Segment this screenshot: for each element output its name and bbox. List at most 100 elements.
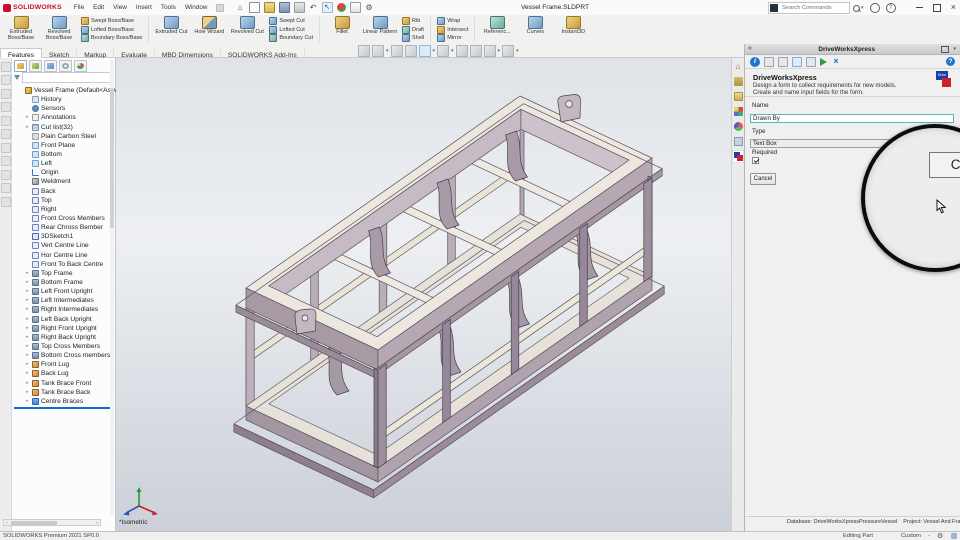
wrap-button[interactable]: Wrap — [437, 16, 468, 25]
pin-menu-icon[interactable] — [215, 3, 224, 12]
search-caret-icon[interactable]: ▾ — [861, 5, 864, 11]
menu-insert[interactable]: Insert — [132, 1, 156, 15]
instant3d-button[interactable]: Instant3D — [554, 15, 592, 44]
tree-item[interactable]: 3DSketch1 — [12, 232, 116, 241]
search-input[interactable] — [780, 4, 848, 12]
captured-models-button[interactable] — [778, 56, 788, 67]
tree-item[interactable]: Front Cross Members — [12, 214, 116, 223]
rules-button[interactable] — [806, 56, 816, 67]
dropdown-caret-icon[interactable]: ▾ — [516, 48, 519, 54]
tree-item[interactable]: Bottom — [12, 150, 116, 159]
lofted-cut-button[interactable]: Lofted Cut — [269, 25, 313, 34]
scroll-left-icon[interactable]: ‹ — [4, 520, 10, 526]
extruded-cut-button[interactable]: Extruded Cut — [152, 15, 190, 44]
toolbar-icon[interactable] — [0, 75, 11, 85]
toolbar-icon[interactable] — [0, 156, 11, 166]
boundary-cut-button[interactable]: Boundary Cut — [269, 34, 313, 43]
menu-window[interactable]: Window — [181, 1, 212, 15]
configurationmanager-tab[interactable] — [44, 60, 57, 72]
status-gear-icon[interactable]: ⚙ — [937, 532, 943, 540]
zoom-to-fit-icon[interactable] — [358, 45, 370, 57]
toolbar-icon[interactable] — [0, 129, 11, 139]
tree-item[interactable]: Front To Back Centre — [12, 260, 116, 269]
custom-properties-tab[interactable] — [732, 135, 744, 148]
menu-view[interactable]: View — [109, 1, 131, 15]
design-library-tab[interactable] — [732, 75, 744, 88]
tree-item[interactable]: ▸ Right Intermediates — [12, 305, 116, 314]
tree-item[interactable]: ▸ Right Back Upright — [12, 333, 116, 342]
toolbar-icon[interactable] — [0, 183, 11, 193]
units-selector[interactable]: Custom — [901, 533, 921, 539]
shell-button[interactable]: Shell — [402, 34, 424, 43]
pin-panel-icon[interactable]: ▾ — [953, 46, 956, 52]
tree-item[interactable]: ▸ Right Front Upright — [12, 324, 116, 333]
viewport[interactable]: *Isometric — [116, 58, 731, 531]
tree-vertical-scrollbar[interactable] — [110, 60, 114, 515]
tree-item[interactable]: ▸ Left Front Upright — [12, 287, 116, 296]
filter-icon[interactable] — [14, 75, 20, 80]
draft-button[interactable]: Draft — [402, 25, 424, 34]
tree-item[interactable]: Front Plane — [12, 141, 116, 150]
extruded-boss-base-button[interactable]: Extruded Boss/Base — [2, 15, 40, 44]
run-button[interactable] — [820, 57, 827, 66]
tree-item[interactable]: ▸ Top Cross Members — [12, 342, 116, 351]
status-tag-icon[interactable] — [951, 533, 957, 539]
toolbar-icon[interactable] — [0, 88, 11, 99]
open-icon[interactable] — [263, 2, 275, 13]
driveworksxpress-tab[interactable] — [732, 150, 744, 163]
options-icon[interactable]: ⚙ — [365, 3, 374, 12]
float-panel-icon[interactable] — [941, 45, 950, 53]
view-settings-icon[interactable] — [502, 45, 515, 57]
revolved-cut-button[interactable]: Revolved Cut — [228, 15, 266, 44]
tree-item[interactable]: ▸ Back Lug — [12, 369, 116, 378]
save-icon[interactable] — [278, 2, 290, 13]
restore-button[interactable] — [932, 3, 941, 12]
info-button[interactable]: i — [750, 56, 760, 67]
home-tab[interactable]: ⌂ — [732, 60, 744, 73]
appearances-tab[interactable] — [732, 120, 744, 133]
dropdown-caret-icon[interactable]: ▾ — [433, 48, 436, 54]
view-palette-tab[interactable] — [732, 105, 744, 118]
tree-item[interactable]: Right — [12, 205, 116, 214]
toolbar-icon[interactable] — [0, 115, 11, 126]
menu-tools[interactable]: Tools — [157, 1, 180, 15]
dropdown-caret-icon[interactable]: ▾ — [498, 48, 501, 54]
cancel-button[interactable]: Cancel — [750, 173, 776, 185]
propertymanager-tab[interactable] — [29, 60, 42, 72]
tree-item[interactable]: Vessel Frame (Default<As Machined — [12, 86, 116, 95]
create-button[interactable]: Create — [929, 152, 960, 178]
view-orientation-icon[interactable] — [418, 45, 431, 57]
tree-item[interactable]: Sensors — [12, 104, 116, 113]
tree-item[interactable]: ▸ Centre Braces — [12, 397, 116, 406]
fillet-button[interactable]: Fillet — [323, 15, 361, 44]
help-icon[interactable]: ? — [885, 3, 896, 13]
tree-item[interactable]: ▸ Left Intermediates — [12, 296, 116, 305]
search-scope-icon[interactable] — [770, 4, 778, 12]
print-icon[interactable] — [293, 2, 305, 13]
undo-icon[interactable]: ↶ — [309, 3, 318, 12]
search-box[interactable] — [768, 2, 850, 14]
swept-cut-button[interactable]: Swept Cut — [269, 16, 313, 25]
swept-boss-base-button[interactable]: Swept Boss/Base — [81, 16, 142, 25]
toolbar-icon[interactable] — [0, 102, 11, 112]
menu-edit[interactable]: Edit — [89, 1, 108, 15]
search-icon[interactable] — [853, 4, 860, 12]
toolbar-icon[interactable] — [0, 196, 11, 207]
tree-item[interactable]: ▸ Tank Brace Back — [12, 388, 116, 397]
zoom-to-area-icon[interactable] — [372, 45, 384, 57]
close-button[interactable]: × — [951, 0, 956, 15]
dropdown-caret-icon[interactable]: ▾ — [386, 48, 389, 54]
displaymanager-tab[interactable] — [74, 60, 87, 72]
new-document-icon[interactable] — [248, 2, 260, 13]
mirror-button[interactable]: Mirror — [437, 34, 468, 43]
toolbar-icon[interactable] — [0, 169, 11, 180]
previous-view-icon[interactable] — [390, 45, 403, 57]
intersect-button[interactable]: Intersect — [437, 25, 468, 34]
close-button[interactable]: × — [831, 56, 841, 67]
lofted-boss-base-button[interactable]: Lofted Boss/Base — [81, 25, 142, 34]
section-view-icon[interactable] — [404, 45, 417, 57]
form-design-button[interactable] — [792, 56, 802, 67]
database-button[interactable] — [764, 56, 774, 67]
tree-item[interactable]: ▸ Bottom Cross members — [12, 351, 116, 360]
apply-scene-icon[interactable] — [483, 45, 496, 57]
